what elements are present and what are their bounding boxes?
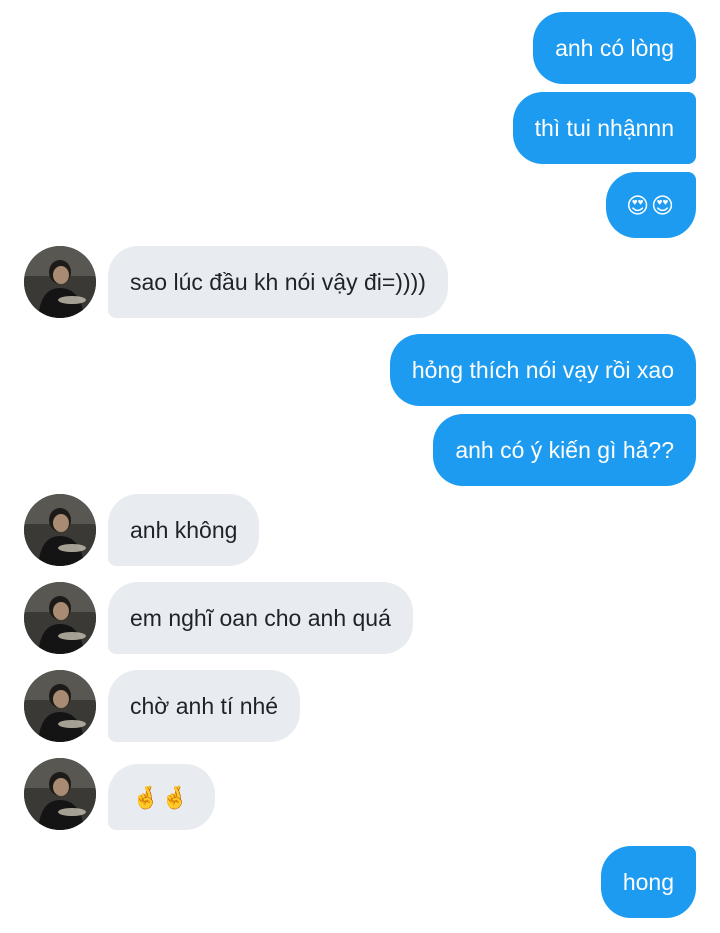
message-text: anh có ý kiến gì hả?? [455,437,674,463]
contact-photo-avatar-icon [24,582,96,654]
message-text: thì tui nhậnnn [534,115,674,141]
message-bubble-incoming[interactable]: sao lúc đầu kh nói vậy đi=)))) [108,246,448,318]
message-text: hong [622,869,674,895]
avatar[interactable] [24,670,96,742]
avatar[interactable] [24,758,96,830]
message-bubble-incoming[interactable]: chờ anh tí nhé [108,670,301,742]
contact-photo-avatar-icon [24,494,96,566]
message-bubble-incoming[interactable]: 🤞🤞 [108,764,215,830]
message-text: chờ anh tí nhé [130,693,279,719]
message-bubble-outgoing[interactable]: hỏng thích nói vạy rồi xao [389,334,696,406]
contact-photo-avatar-icon [24,246,96,318]
message-text: anh có lòng [555,35,674,61]
crossed-fingers-icon: 🤞🤞 [132,786,191,811]
message-text: anh không [130,517,238,543]
message-text: hỏng thích nói vạy rồi xao [411,357,674,383]
avatar[interactable] [24,246,96,318]
avatar[interactable] [24,582,96,654]
message-bubble-outgoing[interactable]: hong [600,846,696,918]
message-bubble-outgoing[interactable]: anh có lòng [533,12,696,84]
message-text: sao lúc đầu kh nói vậy đi=)))) [130,269,426,295]
message-bubble-outgoing[interactable]: 😍😍 [606,172,696,238]
heart-eyes-cat-icon: 😍😍 [626,194,676,219]
contact-photo-avatar-icon [24,758,96,830]
message-bubble-outgoing[interactable]: thì tui nhậnnn [512,92,696,164]
avatar[interactable] [24,494,96,566]
contact-photo-avatar-icon [24,670,96,742]
message-bubble-incoming[interactable]: anh không [108,494,260,566]
message-text: em nghĩ oan cho anh quá [130,605,391,631]
chat-thread: anh có lòng thì tui nhậnnn 😍😍 sao lúc đầ… [0,0,720,933]
message-bubble-outgoing[interactable]: anh có ý kiến gì hả?? [433,414,696,486]
message-bubble-incoming[interactable]: em nghĩ oan cho anh quá [108,582,413,654]
